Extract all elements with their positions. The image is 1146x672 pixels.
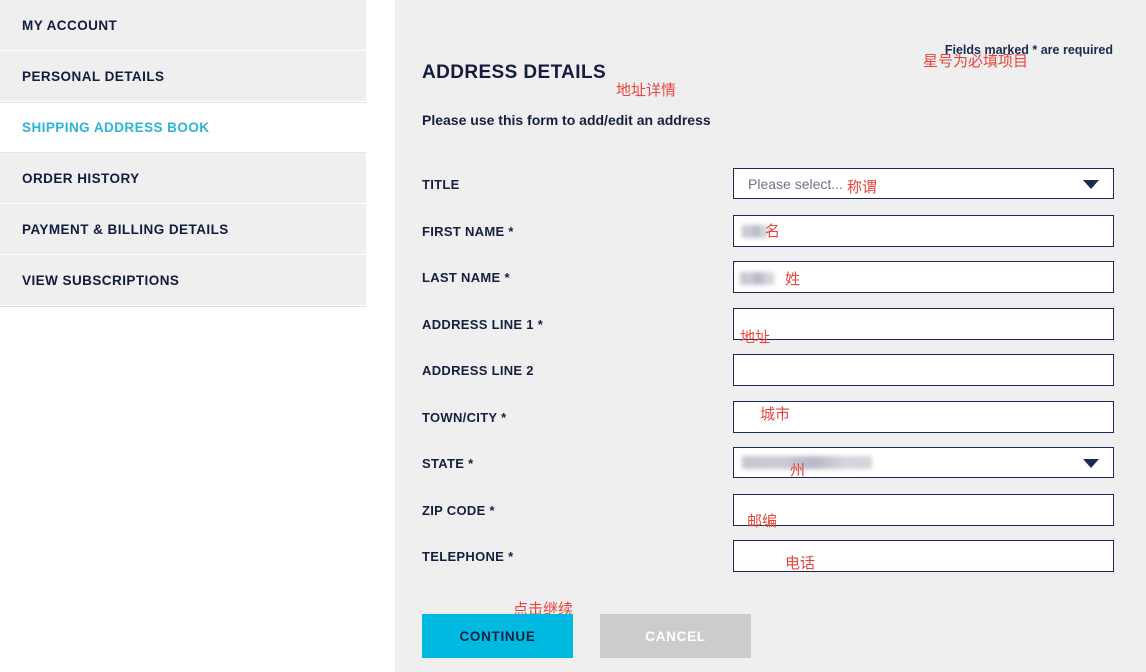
sidebar-item-label: PAYMENT & BILLING DETAILS xyxy=(22,221,229,237)
field-row-address-line-2: ADDRESS LINE 2 xyxy=(395,354,1146,401)
input-last-name[interactable] xyxy=(733,261,1114,293)
required-fields-note-annotation-cn: 星号为必填项目 xyxy=(923,53,1029,70)
input-address-line-1[interactable] xyxy=(733,307,1114,340)
input-address-line-2[interactable] xyxy=(733,354,1114,386)
field-row-town-city: TOWN/CITY * 城市 xyxy=(395,400,1146,448)
sidebar-item-label: MY ACCOUNT xyxy=(22,17,118,33)
field-label-state: STATE * xyxy=(422,456,474,471)
field-row-state: STATE * 州 xyxy=(395,447,1146,494)
sidebar-item-my-account[interactable]: MY ACCOUNT xyxy=(0,0,366,51)
form-actions: 点击继续 CONTINUE CANCEL xyxy=(422,601,1146,660)
sidebar-item-label: ORDER HISTORY xyxy=(22,170,140,186)
field-row-zip-code: ZIP CODE * 邮编 xyxy=(395,493,1146,541)
cancel-button[interactable]: CANCEL xyxy=(600,614,751,658)
input-town-city[interactable] xyxy=(733,400,1114,433)
redacted-value-state xyxy=(742,456,872,469)
page-title: ADDRESS DETAILS xyxy=(422,62,607,83)
sidebar-bottom-divider xyxy=(0,306,366,307)
page-title-annotation-cn: 地址详情 xyxy=(616,82,677,99)
field-row-title: TITLE Please select... 称谓 xyxy=(395,168,1146,215)
account-address-page: MY ACCOUNT PERSONAL DETAILS SHIPPING ADDRE… xyxy=(0,0,1146,672)
address-details-panel: Fields marked * are required 星号为必填项目 ADD… xyxy=(395,0,1146,672)
sidebar-item-label: VIEW SUBSCRIPTIONS xyxy=(22,272,180,288)
input-first-name[interactable] xyxy=(733,214,1114,247)
sidebar-item-label: PERSONAL DETAILS xyxy=(22,68,165,84)
select-title[interactable]: Please select... xyxy=(733,168,1114,199)
field-row-first-name: FIRST NAME * 名 xyxy=(395,214,1146,262)
sidebar-item-label: SHIPPING ADDRESS BOOK xyxy=(22,120,210,135)
address-form: TITLE Please select... 称谓 FIRST NAME * 名 LAST… xyxy=(395,168,1146,587)
field-label-last-name: LAST NAME * xyxy=(422,270,510,285)
field-label-first-name: FIRST NAME * xyxy=(422,223,514,239)
input-zip-code[interactable] xyxy=(733,493,1114,526)
sidebar-item-personal-details[interactable]: PERSONAL DETAILS xyxy=(0,51,366,102)
continue-button[interactable]: CONTINUE xyxy=(422,614,573,658)
field-row-telephone: TELEPHONE * 电话 xyxy=(395,540,1146,587)
sidebar-item-shipping-address-book[interactable]: SHIPPING ADDRESS BOOK xyxy=(0,102,366,153)
chevron-down-icon[interactable] xyxy=(1083,459,1099,468)
input-telephone[interactable] xyxy=(733,540,1114,572)
sidebar-item-order-history[interactable]: ORDER HISTORY xyxy=(0,153,366,204)
redacted-value-last-name xyxy=(740,272,774,285)
account-sidebar-nav: MY ACCOUNT PERSONAL DETAILS SHIPPING ADDRE… xyxy=(0,0,366,307)
field-value-title: Please select... xyxy=(748,176,843,192)
page-subtitle: Please use this form to add/edit an addr… xyxy=(422,112,711,128)
field-label-town-city: TOWN/CITY * xyxy=(422,409,507,425)
field-label-zip-code: ZIP CODE * xyxy=(422,502,495,518)
redacted-value-first-name xyxy=(742,224,768,238)
field-row-last-name: LAST NAME * 姓 xyxy=(395,261,1146,308)
field-label-address-line-2: ADDRESS LINE 2 xyxy=(422,363,534,378)
select-state[interactable] xyxy=(733,447,1114,478)
field-label-telephone: TELEPHONE * xyxy=(422,549,514,564)
sidebar-item-payment-billing-details[interactable]: PAYMENT & BILLING DETAILS xyxy=(0,204,366,255)
chevron-down-icon[interactable] xyxy=(1083,180,1099,189)
sidebar-item-view-subscriptions[interactable]: VIEW SUBSCRIPTIONS xyxy=(0,255,366,306)
field-row-address-line-1: ADDRESS LINE 1 * 地址 xyxy=(395,307,1146,355)
field-label-title: TITLE xyxy=(422,177,460,192)
field-label-address-line-1: ADDRESS LINE 1 * xyxy=(422,316,544,332)
